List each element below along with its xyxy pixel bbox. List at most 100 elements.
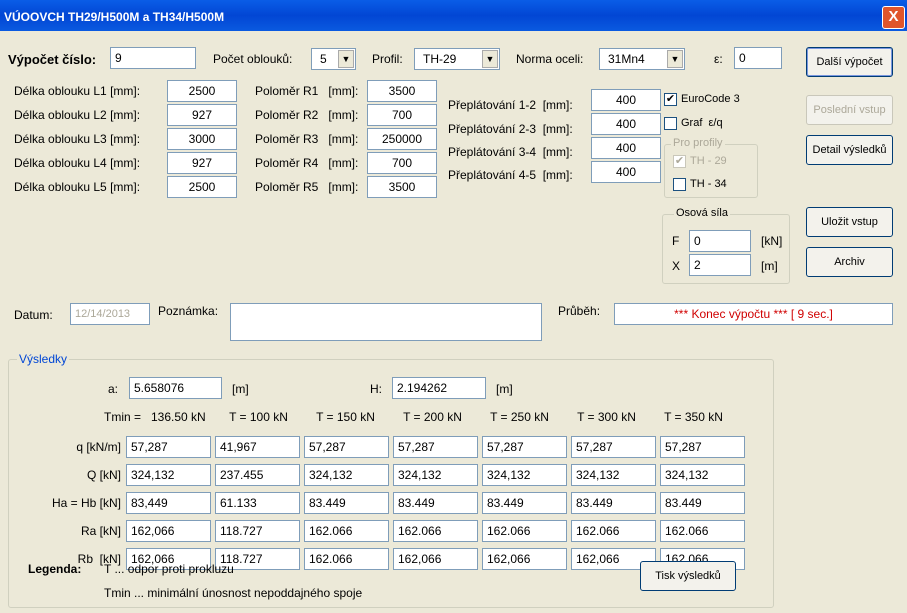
a-label: a: xyxy=(108,382,119,396)
position-x-label: X xyxy=(672,259,681,273)
poznamka-label: Poznámka: xyxy=(158,304,219,318)
radius-label-2: Poloměr R2 [mm]: xyxy=(255,108,359,122)
epsilon-input[interactable]: 0 xyxy=(734,47,782,69)
length-input-4[interactable]: 927 xyxy=(167,152,237,174)
overlap-input-34[interactable]: 400 xyxy=(591,137,661,159)
result-cell: 57,287 xyxy=(393,436,478,458)
table-row: Ra [kN] 162,066 118.727 162.066 162.066 … xyxy=(28,519,746,543)
row-label-q: q [kN/m] xyxy=(76,440,121,454)
legenda-label: Legenda: xyxy=(28,562,82,576)
force-f-unit: [kN] xyxy=(761,234,783,248)
detail-vysledku-button[interactable]: Detail výsledků xyxy=(806,135,893,165)
posledni-vstup-button[interactable]: Poslední vstup xyxy=(806,95,893,125)
length-input-2[interactable]: 927 xyxy=(167,104,237,126)
length-label-3: Délka oblouku L3 [mm]: xyxy=(14,132,141,146)
norma-label: Norma oceli: xyxy=(516,52,584,66)
pro-profily-legend: Pro profily xyxy=(671,137,725,149)
radius-label-1: Poloměr R1 [mm]: xyxy=(255,84,359,98)
window-title: VÚOOVCH TH29/H500M a TH34/H500M xyxy=(4,10,225,24)
pocet-select[interactable]: 5 ▼ xyxy=(311,48,356,70)
tisk-vysledku-button[interactable]: Tisk výsledků xyxy=(640,561,736,591)
eurocode-checkbox[interactable]: ✔ xyxy=(664,93,677,106)
epsilon-label: ε: xyxy=(714,52,723,66)
radius-input-5[interactable]: 3500 xyxy=(367,176,437,198)
legend-line-1: T ... odpor proti prokluzu xyxy=(104,562,234,576)
col-header-t150: T = 150 kN xyxy=(316,410,375,424)
datum-label: Datum: xyxy=(14,308,53,322)
length-input-5[interactable]: 2500 xyxy=(167,176,237,198)
overlap-input-12[interactable]: 400 xyxy=(591,89,661,111)
eurocode-label: EuroCode 3 xyxy=(681,93,740,105)
result-cell: 162.066 xyxy=(571,520,656,542)
graf-checkbox[interactable] xyxy=(664,117,677,130)
length-label-2: Délka oblouku L2 [mm]: xyxy=(14,108,141,122)
position-x-input[interactable]: 2 xyxy=(689,254,751,276)
radius-input-4[interactable]: 700 xyxy=(367,152,437,174)
radius-input-1[interactable]: 3500 xyxy=(367,80,437,102)
result-cell: 118.727 xyxy=(215,520,300,542)
col-header-t250: T = 250 kN xyxy=(490,410,549,424)
th29-checkbox[interactable]: ✔ xyxy=(673,155,686,168)
archiv-button[interactable]: Archiv xyxy=(806,247,893,277)
col-header-t200: T = 200 kN xyxy=(403,410,462,424)
chevron-down-icon[interactable]: ▼ xyxy=(482,50,498,68)
result-cell: 162.066 xyxy=(482,520,567,542)
datum-input[interactable]: 12/14/2013 xyxy=(70,303,150,325)
row-label-ra: Ra [kN] xyxy=(80,524,121,538)
result-cell: 324,132 xyxy=(393,464,478,486)
result-cell: 83.449 xyxy=(482,492,567,514)
h-unit: [m] xyxy=(496,382,513,396)
norma-select[interactable]: 31Mn4 ▼ xyxy=(599,48,685,70)
vypocet-label: Výpočet číslo: xyxy=(8,52,97,67)
pocet-value: 5 xyxy=(320,52,327,66)
pocet-label: Počet oblouků: xyxy=(213,52,293,66)
prubeh-status: *** Konec výpočtu *** [ 9 sec.] xyxy=(614,303,893,325)
result-cell: 162.066 xyxy=(393,520,478,542)
profil-select[interactable]: TH-29 ▼ xyxy=(414,48,500,70)
position-x-unit: [m] xyxy=(761,259,778,273)
profil-value: TH-29 xyxy=(423,52,457,66)
dalsi-vypocet-button[interactable]: Další výpočet xyxy=(806,47,893,77)
overlap-label-34: Přeplátování 3-4 [mm]: xyxy=(448,145,573,159)
poznamka-input[interactable] xyxy=(230,303,542,341)
force-f-input[interactable]: 0 xyxy=(689,230,751,252)
title-bar[interactable]: VÚOOVCH TH29/H500M a TH34/H500M X xyxy=(0,0,907,31)
length-label-5: Délka oblouku L5 [mm]: xyxy=(14,180,141,194)
length-input-1[interactable]: 2500 xyxy=(167,80,237,102)
result-cell: 324,132 xyxy=(482,464,567,486)
a-value: 5.658076 xyxy=(129,377,222,399)
overlap-label-45: Přeplátování 4-5 [mm]: xyxy=(448,168,573,182)
radius-input-2[interactable]: 700 xyxy=(367,104,437,126)
th34-checkbox[interactable] xyxy=(673,178,686,191)
length-input-3[interactable]: 3000 xyxy=(167,128,237,150)
overlap-input-45[interactable]: 400 xyxy=(591,161,661,183)
chevron-down-icon[interactable]: ▼ xyxy=(667,50,683,68)
result-cell: 57,287 xyxy=(482,436,567,458)
h-label: H: xyxy=(370,382,382,396)
ulozit-vstup-button[interactable]: Uložit vstup xyxy=(806,207,893,237)
result-cell: 83.449 xyxy=(304,492,389,514)
osova-sila-legend: Osová síla xyxy=(674,207,730,219)
results-grid: q [kN/m] 57,287 41,967 57,287 57,287 57,… xyxy=(26,431,748,575)
radius-label-4: Poloměr R4 [mm]: xyxy=(255,156,359,170)
radius-input-3[interactable]: 250000 xyxy=(367,128,437,150)
result-cell: 324,132 xyxy=(571,464,656,486)
result-cell: 162.066 xyxy=(660,520,745,542)
result-cell: 162,066 xyxy=(393,548,478,570)
graf-label: Graf ε/q xyxy=(681,117,723,129)
row-label-ha-hb: Ha = Hb [kN] xyxy=(51,496,121,510)
chevron-down-icon[interactable]: ▼ xyxy=(338,50,354,68)
col-header-t100: T = 100 kN xyxy=(229,410,288,424)
overlap-input-23[interactable]: 400 xyxy=(591,113,661,135)
h-value: 2.194262 xyxy=(392,377,486,399)
result-cell: 83,449 xyxy=(126,492,211,514)
force-f-label: F xyxy=(672,234,680,248)
result-cell: 83.449 xyxy=(660,492,745,514)
legend-line-2: Tmin ... minimální únosnost nepoddajného… xyxy=(104,586,363,600)
vypocet-input[interactable]: 9 xyxy=(110,47,196,69)
profil-label: Profil: xyxy=(372,52,403,66)
close-button[interactable]: X xyxy=(882,6,905,29)
result-cell: 162,066 xyxy=(126,520,211,542)
vysledky-legend: Výsledky xyxy=(17,352,70,366)
col-header-tmin: Tmin = 136.50 kN xyxy=(104,410,206,424)
